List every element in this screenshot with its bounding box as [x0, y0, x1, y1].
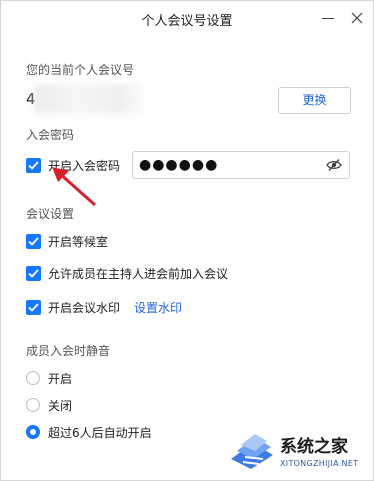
join-before-host-option[interactable]: 允许成员在主持人进会前加入会议 [26, 264, 228, 282]
mute-section-label: 成员入会时静音 [26, 344, 111, 358]
close-button[interactable] [348, 9, 366, 27]
waiting-room-label: 开启等候室 [48, 234, 109, 249]
password-section-label: 入会密码 [26, 128, 75, 142]
mute-off-label: 关闭 [48, 398, 73, 413]
mute-option-off[interactable]: 关闭 [26, 396, 72, 414]
mute-on-label: 开启 [48, 371, 73, 386]
meeting-watermark-option[interactable]: 开启会议水印 设置水印 [26, 298, 182, 316]
checkmark-icon [28, 160, 39, 170]
join-before-host-checkbox[interactable] [26, 265, 41, 281]
minimize-button[interactable] [319, 9, 337, 27]
checkmark-icon [28, 236, 39, 246]
meeting-watermark-checkbox[interactable] [26, 299, 41, 315]
watermark-url: XITONGZHIJIA.NET [280, 459, 359, 468]
change-id-button[interactable]: 更换 [278, 87, 351, 114]
meeting-id-value: 4 [26, 84, 142, 114]
waiting-room-option[interactable]: 开启等候室 [26, 232, 108, 250]
settings-dialog: 个人会议号设置 您的当前个人会议号 4 更换 入会密码 开启入会密码 ●●●●●… [0, 0, 374, 481]
site-watermark: 系统之家 XITONGZHIJIA.NET [227, 429, 367, 473]
meeting-id-section-label: 您的当前个人会议号 [26, 63, 135, 77]
set-watermark-link[interactable]: 设置水印 [134, 299, 182, 316]
checkmark-icon [28, 302, 39, 312]
title-bar: 个人会议号设置 [1, 1, 373, 35]
mute-off-radio[interactable] [26, 398, 40, 412]
eye-hidden-icon[interactable] [326, 158, 342, 172]
site-logo-icon [231, 434, 273, 469]
meeting-id-blur [34, 84, 142, 114]
waiting-room-checkbox[interactable] [26, 233, 41, 249]
mute-on-radio[interactable] [26, 371, 40, 385]
mute-option-auto[interactable]: 超过6人后自动开启 [26, 423, 152, 441]
mute-auto-radio[interactable] [26, 425, 40, 439]
checkmark-icon [28, 268, 39, 278]
watermark-brand: 系统之家 [280, 437, 348, 457]
meeting-settings-section-label: 会议设置 [26, 207, 75, 221]
mute-auto-label: 超过6人后自动开启 [48, 425, 152, 440]
close-icon [351, 12, 363, 24]
password-masked-value: ●●●●●● [139, 157, 219, 173]
password-input[interactable]: ●●●●●● [132, 151, 350, 179]
join-before-host-label: 允许成员在主持人进会前加入会议 [48, 266, 229, 281]
mute-option-on[interactable]: 开启 [26, 369, 72, 387]
enable-password-checkbox[interactable] [26, 157, 41, 173]
window-title: 个人会议号设置 [141, 14, 233, 29]
meeting-watermark-label: 开启会议水印 [48, 300, 121, 315]
